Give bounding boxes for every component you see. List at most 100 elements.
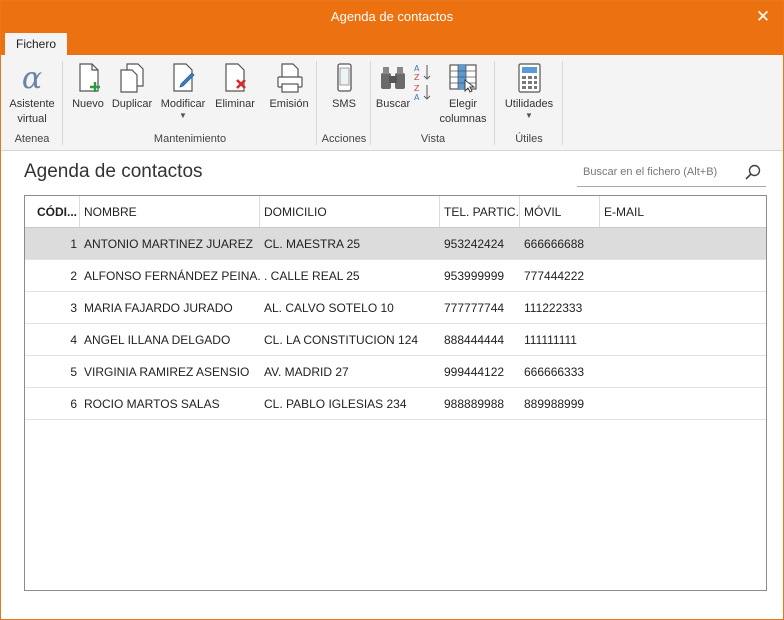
ribbon-group-vista: Buscar AZZA Elegir columnas Vista <box>371 59 495 147</box>
modificar-button[interactable]: Modificar ▼ <box>157 61 209 120</box>
sort-button[interactable]: AZZA <box>413 61 435 102</box>
cell-codigo: 2 <box>70 268 77 283</box>
title-bar: Agenda de contactos ✕ <box>1 1 783 33</box>
cell-nombre: ANGEL ILLANA DELGADO <box>84 332 231 347</box>
ribbon-group-atenea: α Asistente virtual Atenea <box>1 59 63 147</box>
eliminar-button[interactable]: Eliminar <box>211 61 259 112</box>
column-header-codigo[interactable]: CÓDI... <box>25 196 80 227</box>
table-row[interactable]: 1 ANTONIO MARTINEZ JUAREZ CL. MAESTRA 25… <box>25 228 766 260</box>
buscar-label: Buscar <box>375 98 411 110</box>
cell-movil: 111222333 <box>524 300 583 315</box>
cell-email <box>600 388 766 419</box>
ribbon-group-label: Acciones <box>321 133 367 145</box>
cell-codigo: 3 <box>70 300 77 315</box>
cell-domicilio: CL. LA CONSTITUCION 124 <box>264 332 419 347</box>
table-row[interactable]: 3 MARIA FAJARDO JURADO AL. CALVO SOTELO … <box>25 292 766 324</box>
search-input[interactable]: Buscar en el fichero (Alt+B) <box>577 159 766 187</box>
cell-email <box>600 356 766 387</box>
duplicate-icon <box>115 61 149 95</box>
cell-tel: 953242424 <box>444 236 505 251</box>
cell-nombre: ANTONIO MARTINEZ JUAREZ <box>84 236 253 251</box>
ribbon-group-label: Útiles <box>515 133 543 145</box>
window-title: Agenda de contactos <box>330 9 454 24</box>
cell-domicilio: . CALLE REAL 25 <box>264 268 360 283</box>
edit-document-icon <box>166 61 200 95</box>
ribbon-group-label: Atenea <box>14 133 50 145</box>
search-placeholder: Buscar en el fichero (Alt+B) <box>583 166 718 178</box>
asistente-virtual-label: Asistente virtual <box>9 98 55 125</box>
cell-movil: 666666688 <box>524 236 585 251</box>
svg-text:α: α <box>22 61 42 95</box>
duplicar-button[interactable]: Duplicar <box>108 61 156 112</box>
buscar-button[interactable]: Buscar <box>373 61 413 112</box>
cell-email <box>600 324 766 355</box>
print-icon <box>272 61 306 95</box>
svg-text:A: A <box>414 93 420 102</box>
calculator-icon <box>512 61 546 95</box>
tab-fichero[interactable]: Fichero <box>5 33 67 55</box>
sms-label: SMS <box>332 98 356 110</box>
cell-nombre: ALFONSO FERNÁNDEZ PEINA... <box>84 268 260 283</box>
cell-codigo: 5 <box>70 364 77 379</box>
cell-nombre: MARIA FAJARDO JURADO <box>84 300 233 315</box>
table-row[interactable]: 6 ROCIO MARTOS SALAS CL. PABLO IGLESIAS … <box>25 388 766 420</box>
elegir-columnas-label: Elegir columnas <box>439 98 487 125</box>
cell-nombre: VIRGINIA RAMIREZ ASENSIO <box>84 364 250 379</box>
cell-domicilio: CL. MAESTRA 25 <box>264 236 361 251</box>
column-header-movil[interactable]: MÓVIL <box>520 196 600 227</box>
phone-icon <box>327 61 361 95</box>
cell-email <box>600 228 766 259</box>
column-header-email[interactable]: E-MAIL <box>600 196 766 227</box>
eliminar-label: Eliminar <box>215 98 255 110</box>
nuevo-label: Nuevo <box>72 98 104 110</box>
table-row[interactable]: 2 ALFONSO FERNÁNDEZ PEINA... . CALLE REA… <box>25 260 766 292</box>
duplicar-label: Duplicar <box>111 98 153 110</box>
cell-tel: 777777744 <box>444 300 505 315</box>
elegir-columnas-button[interactable]: Elegir columnas <box>435 61 491 127</box>
cell-tel: 953999999 <box>444 268 505 283</box>
svg-text:Z: Z <box>414 84 420 93</box>
sms-button[interactable]: SMS <box>321 61 367 112</box>
ribbon-group-label: Vista <box>420 133 446 145</box>
column-header-tel[interactable]: TEL. PARTIC... <box>440 196 520 227</box>
close-icon: ✕ <box>755 7 771 26</box>
cell-email <box>600 292 766 323</box>
ribbon-group-utiles: Utilidades ▼ Útiles <box>495 59 563 147</box>
app-window: Agenda de contactos ✕ Fichero α Asistent… <box>0 0 784 620</box>
alpha-icon: α <box>15 61 49 96</box>
search-icon[interactable] <box>744 163 762 181</box>
ribbon-group-acciones: SMS Acciones <box>317 59 371 147</box>
nuevo-button[interactable]: Nuevo <box>67 61 109 112</box>
cell-codigo: 4 <box>70 332 77 347</box>
cell-email <box>600 260 766 291</box>
binoculars-icon <box>376 61 410 95</box>
new-document-icon <box>71 61 105 95</box>
column-header-nombre[interactable]: NOMBRE <box>80 196 260 227</box>
ribbon-group-label: Mantenimiento <box>153 133 227 145</box>
cell-codigo: 1 <box>70 236 77 251</box>
table-row[interactable]: 5 VIRGINIA RAMIREZ ASENSIO AV. MADRID 27… <box>25 356 766 388</box>
contacts-table: CÓDI... NOMBRE DOMICILIO TEL. PARTIC... … <box>24 195 767 591</box>
cell-domicilio: AV. MADRID 27 <box>264 364 349 379</box>
ribbon-group-mantenimiento: Nuevo Duplicar Modificar ▼ Eliminar Emis… <box>63 59 317 147</box>
delete-document-icon <box>218 61 252 95</box>
ribbon: α Asistente virtual Atenea Nuevo Duplica… <box>1 55 783 151</box>
cell-tel: 999444122 <box>444 364 505 379</box>
close-button[interactable]: ✕ <box>743 1 783 33</box>
utilidades-label: Utilidades <box>504 98 554 110</box>
emision-button[interactable]: Emisión <box>265 61 313 112</box>
column-header-domicilio[interactable]: DOMICILIO <box>260 196 440 227</box>
group-divider <box>562 61 563 145</box>
modificar-label: Modificar <box>160 98 206 110</box>
table-header: CÓDI... NOMBRE DOMICILIO TEL. PARTIC... … <box>25 196 766 228</box>
cell-movil: 889988999 <box>524 396 585 411</box>
cell-movil: 666666333 <box>524 364 585 379</box>
cell-domicilio: CL. PABLO IGLESIAS 234 <box>264 396 407 411</box>
cell-tel: 888444444 <box>444 332 505 347</box>
table-row[interactable]: 4 ANGEL ILLANA DELGADO CL. LA CONSTITUCI… <box>25 324 766 356</box>
columns-icon <box>446 61 480 95</box>
asistente-virtual-button[interactable]: α Asistente virtual <box>5 61 59 127</box>
emision-label: Emisión <box>269 98 309 110</box>
svg-text:Z: Z <box>414 73 420 82</box>
utilidades-button[interactable]: Utilidades ▼ <box>499 61 559 120</box>
